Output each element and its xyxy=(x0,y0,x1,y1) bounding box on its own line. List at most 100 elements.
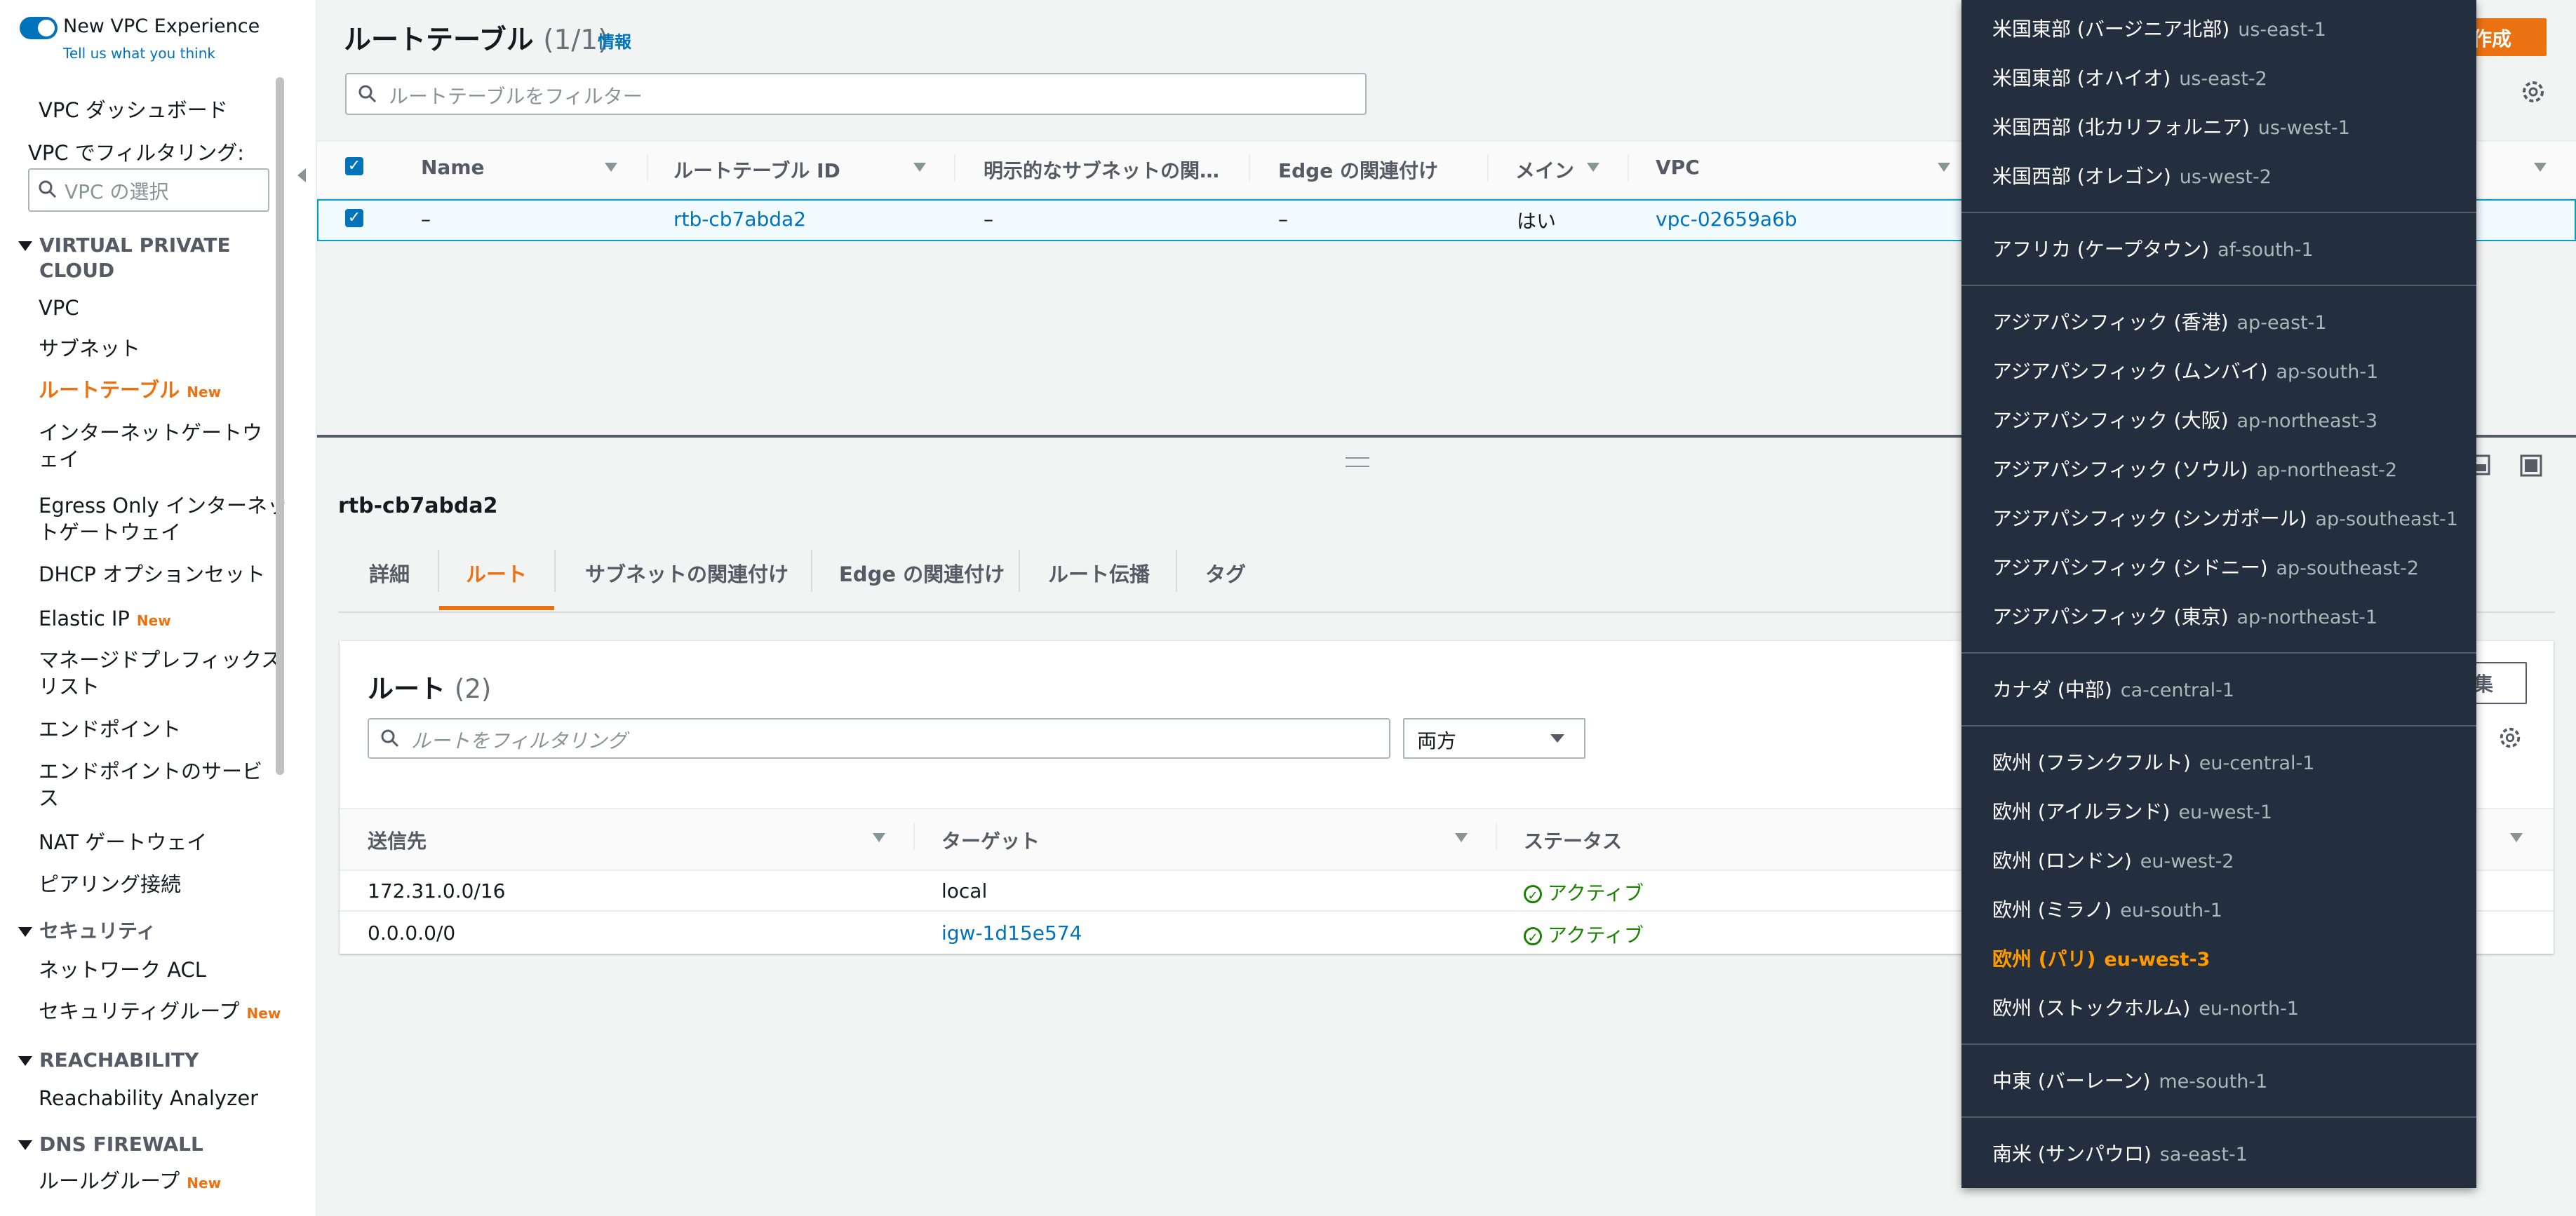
region-option[interactable]: 米国西部 (北カリフォルニア) us-west-1 xyxy=(1992,112,2350,140)
active-tab-indicator xyxy=(439,606,554,610)
sidebar-item-peering[interactable]: ピアリング接続 xyxy=(39,871,181,898)
routes-filter-input[interactable]: ルートをフィルタリング xyxy=(368,718,1390,759)
sort-icon[interactable] xyxy=(1587,163,1599,172)
sidebar-item-igw[interactable]: インターネットゲートウ ェイ xyxy=(39,419,262,473)
tab-route-propagation[interactable]: ルート伝播 xyxy=(1048,558,1150,588)
sidebar-item-vpc[interactable]: VPC xyxy=(39,295,79,321)
route-scope-select[interactable]: 両方 xyxy=(1403,718,1585,759)
region-option[interactable]: アジアパシフィック (ソウル) ap-northeast-2 xyxy=(1992,454,2397,482)
sidebar-item-rule-group[interactable]: ルールグループ New xyxy=(39,1168,221,1196)
section-vpc[interactable]: VIRTUAL PRIVATE xyxy=(18,233,231,258)
tab-subnet-associations[interactable]: サブネットの関連付け xyxy=(585,558,789,588)
sidebar-item-nacl[interactable]: ネットワーク ACL xyxy=(39,957,206,983)
sort-icon[interactable] xyxy=(1455,833,1468,842)
region-option[interactable]: 欧州 (ストックホルム) eu-north-1 xyxy=(1992,993,2299,1021)
region-dropdown-menu: 米国東部 (バージニア北部) us-east-1 米国東部 (オハイオ) us-eas… xyxy=(1961,0,2476,1188)
vpc-select[interactable]: VPC の選択 xyxy=(28,168,269,212)
section-security[interactable]: セキュリティ xyxy=(18,919,156,944)
row-main: はい xyxy=(1517,210,1557,233)
status-badge: ✓ アクティブ xyxy=(1524,920,1644,948)
region-option[interactable]: カナダ (中部) ca-central-1 xyxy=(1992,675,2234,703)
tab-edge-associations[interactable]: Edge の関連付け xyxy=(839,558,1005,588)
col-status[interactable]: ステータス xyxy=(1524,826,1622,854)
route-table-filter-input[interactable]: ルートテーブルをフィルター xyxy=(345,73,1367,115)
sort-icon[interactable] xyxy=(2510,833,2523,842)
col-name[interactable]: Name xyxy=(421,156,485,179)
region-option[interactable]: 中東 (バーレーン) me-south-1 xyxy=(1992,1066,2267,1094)
region-option[interactable]: 米国東部 (オハイオ) us-east-2 xyxy=(1992,63,2267,91)
sort-icon[interactable] xyxy=(1938,163,1950,172)
region-option[interactable]: アフリカ (ケープタウン) af-south-1 xyxy=(1992,234,2314,262)
search-icon xyxy=(39,180,57,198)
region-option[interactable]: アジアパシフィック (シンガポール) ap-southeast-1 xyxy=(1992,504,2458,532)
new-badge: New xyxy=(246,1005,281,1022)
region-option[interactable]: 欧州 (フランクフルト) eu-central-1 xyxy=(1992,748,2314,776)
sidebar-item-elastic-ip[interactable]: Elastic IP New xyxy=(39,605,171,634)
settings-gear-icon[interactable] xyxy=(2497,725,2523,750)
route-destination: 172.31.0.0/16 xyxy=(368,879,506,903)
sort-icon[interactable] xyxy=(605,163,617,172)
region-option[interactable]: 欧州 (アイルランド) eu-west-1 xyxy=(1992,797,2272,825)
row-name: – xyxy=(421,208,431,231)
region-option[interactable]: 米国東部 (バージニア北部) us-east-1 xyxy=(1992,14,2326,42)
sort-icon[interactable] xyxy=(913,163,926,172)
new-badge: New xyxy=(187,1175,222,1191)
check-circle-icon: ✓ xyxy=(1524,885,1542,903)
region-option[interactable]: アジアパシフィック (香港) ap-east-1 xyxy=(1992,307,2327,335)
tab-tags[interactable]: タグ xyxy=(1205,558,1246,588)
region-option[interactable]: 欧州 (ミラノ) eu-south-1 xyxy=(1992,895,2222,923)
col-target[interactable]: ターゲット xyxy=(941,826,1040,854)
sidebar-collapse-button[interactable] xyxy=(288,154,316,196)
select-all-checkbox[interactable]: ✓ xyxy=(345,157,363,175)
row-checkbox[interactable]: ✓ xyxy=(345,209,363,227)
sidebar-item-route-table[interactable]: ルートテーブル New xyxy=(39,377,221,405)
check-circle-icon: ✓ xyxy=(1524,927,1542,945)
sort-icon[interactable] xyxy=(2534,163,2547,172)
col-main[interactable]: メイン xyxy=(1515,156,1574,184)
settings-gear-icon[interactable] xyxy=(2520,79,2547,105)
info-link[interactable]: 情報 xyxy=(598,28,631,53)
detail-title: rtb-cb7abda2 xyxy=(338,494,498,518)
region-option[interactable]: 欧州 (パリ) eu-west-3 xyxy=(1992,944,2210,972)
sidebar-item-subnet[interactable]: サブネット xyxy=(39,335,140,362)
sidebar-item-egress-igw[interactable]: Egress Only インターネッ トゲートウェイ xyxy=(39,492,288,546)
tab-routes[interactable]: ルート xyxy=(466,558,527,588)
sort-icon[interactable] xyxy=(873,833,885,842)
col-route-table-id[interactable]: ルートテーブル ID xyxy=(673,156,840,184)
status-badge: ✓ アクティブ xyxy=(1524,878,1644,906)
panel-side-icon[interactable] xyxy=(2520,454,2542,477)
col-edge[interactable]: Edge の関連付け xyxy=(1278,156,1438,184)
col-explicit-subnet[interactable]: 明示的なサブネットの関… xyxy=(984,156,1219,184)
new-vpc-experience-toggle[interactable] xyxy=(20,17,58,39)
col-destination[interactable]: 送信先 xyxy=(368,826,427,854)
feedback-link[interactable]: Tell us what you think xyxy=(63,45,215,62)
region-option[interactable]: アジアパシフィック (大阪) ap-northeast-3 xyxy=(1992,405,2377,433)
sidebar-item-endpoint[interactable]: エンドポイント xyxy=(39,716,181,743)
row-route-table-id-link[interactable]: rtb-cb7abda2 xyxy=(673,208,806,231)
menu-divider xyxy=(1961,212,2476,213)
resize-handle-icon[interactable] xyxy=(1346,457,1369,467)
region-option[interactable]: アジアパシフィック (シドニー) ap-southeast-2 xyxy=(1992,553,2419,581)
row-vpc-link[interactable]: vpc-02659a6b xyxy=(1656,208,1797,231)
tab-details[interactable]: 詳細 xyxy=(369,558,410,588)
region-option[interactable]: アジアパシフィック (ムンバイ) ap-south-1 xyxy=(1992,356,2378,384)
sidebar-item-nat[interactable]: NAT ゲートウェイ xyxy=(39,829,207,856)
region-option[interactable]: 欧州 (ロンドン) eu-west-2 xyxy=(1992,846,2234,874)
sidebar-scrollbar[interactable] xyxy=(276,77,284,775)
sidebar-item-endpoint-service[interactable]: エンドポイントのサービス xyxy=(39,758,262,811)
sidebar-item-prefix-list[interactable]: マネージドプレフィックス リスト xyxy=(39,647,281,700)
route-target-link[interactable]: igw-1d15e574 xyxy=(941,921,1082,945)
region-option[interactable]: 南米 (サンパウロ) sa-east-1 xyxy=(1992,1139,2248,1167)
sidebar-item-dashboard[interactable]: VPC ダッシュボード xyxy=(39,97,228,123)
new-badge: New xyxy=(187,384,222,400)
sidebar-item-dhcp[interactable]: DHCP オプションセット xyxy=(39,561,265,588)
region-option[interactable]: アジアパシフィック (東京) ap-northeast-1 xyxy=(1992,602,2377,630)
section-reachability[interactable]: REACHABILITY xyxy=(18,1048,199,1073)
sidebar-item-reachability-analyzer[interactable]: Reachability Analyzer xyxy=(39,1085,258,1112)
region-option[interactable]: 米国西部 (オレゴン) us-west-2 xyxy=(1992,161,2272,189)
sidebar-item-security-group[interactable]: セキュリティグループ New xyxy=(39,998,281,1027)
section-dns-firewall[interactable]: DNS FIREWALL xyxy=(18,1132,203,1157)
row-subnet: – xyxy=(984,208,993,231)
col-vpc[interactable]: VPC xyxy=(1656,156,1700,179)
page-title: ルートテーブル (1/1) xyxy=(344,25,609,56)
